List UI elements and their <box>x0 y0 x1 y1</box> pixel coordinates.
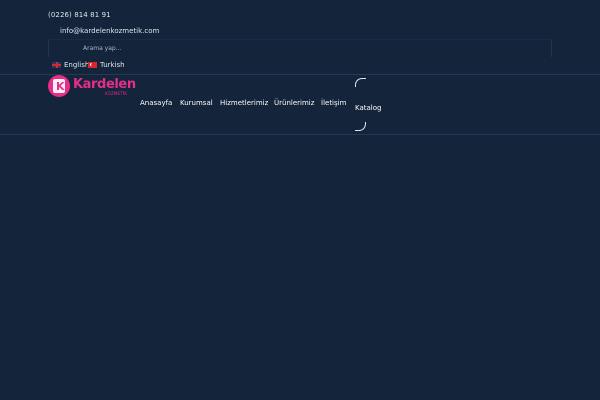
nav-item-home[interactable]: Anasayfa <box>140 99 172 107</box>
catalog-link[interactable]: Katalog <box>355 104 381 112</box>
header-bottom-divider <box>0 134 600 135</box>
logo-subtitle: KOZMETİK <box>105 91 128 96</box>
nav-item-corporate[interactable]: Kurumsal <box>180 99 213 107</box>
nav-item-products[interactable]: Ürünlerimiz <box>274 99 314 107</box>
nav-item-contact[interactable]: İletişim <box>321 99 346 107</box>
logo-letter: K <box>56 80 65 93</box>
search-input[interactable] <box>83 41 523 56</box>
turkey-flag-icon <box>88 62 97 68</box>
logo-name: Kardelen <box>73 77 136 92</box>
search-bar <box>48 39 552 57</box>
nav-item-services[interactable]: Hizmetlerimiz <box>220 99 268 107</box>
language-turkish[interactable]: Turkish <box>88 61 125 69</box>
corner-bottom-icon <box>355 122 366 131</box>
page: (0226) 814 81 91 info@kardelenkozmetik.c… <box>0 0 600 400</box>
corner-top-icon <box>355 78 366 87</box>
brand-logo[interactable]: K Kardelen KOZMETİK <box>48 75 136 99</box>
language-english-label: English <box>64 61 90 69</box>
uk-flag-icon <box>52 62 61 68</box>
email-address: info@kardelenkozmetik.com <box>60 27 160 35</box>
language-english[interactable]: English <box>52 61 89 69</box>
language-turkish-label: Turkish <box>100 61 125 69</box>
phone-number: (0226) 814 81 91 <box>48 11 111 19</box>
